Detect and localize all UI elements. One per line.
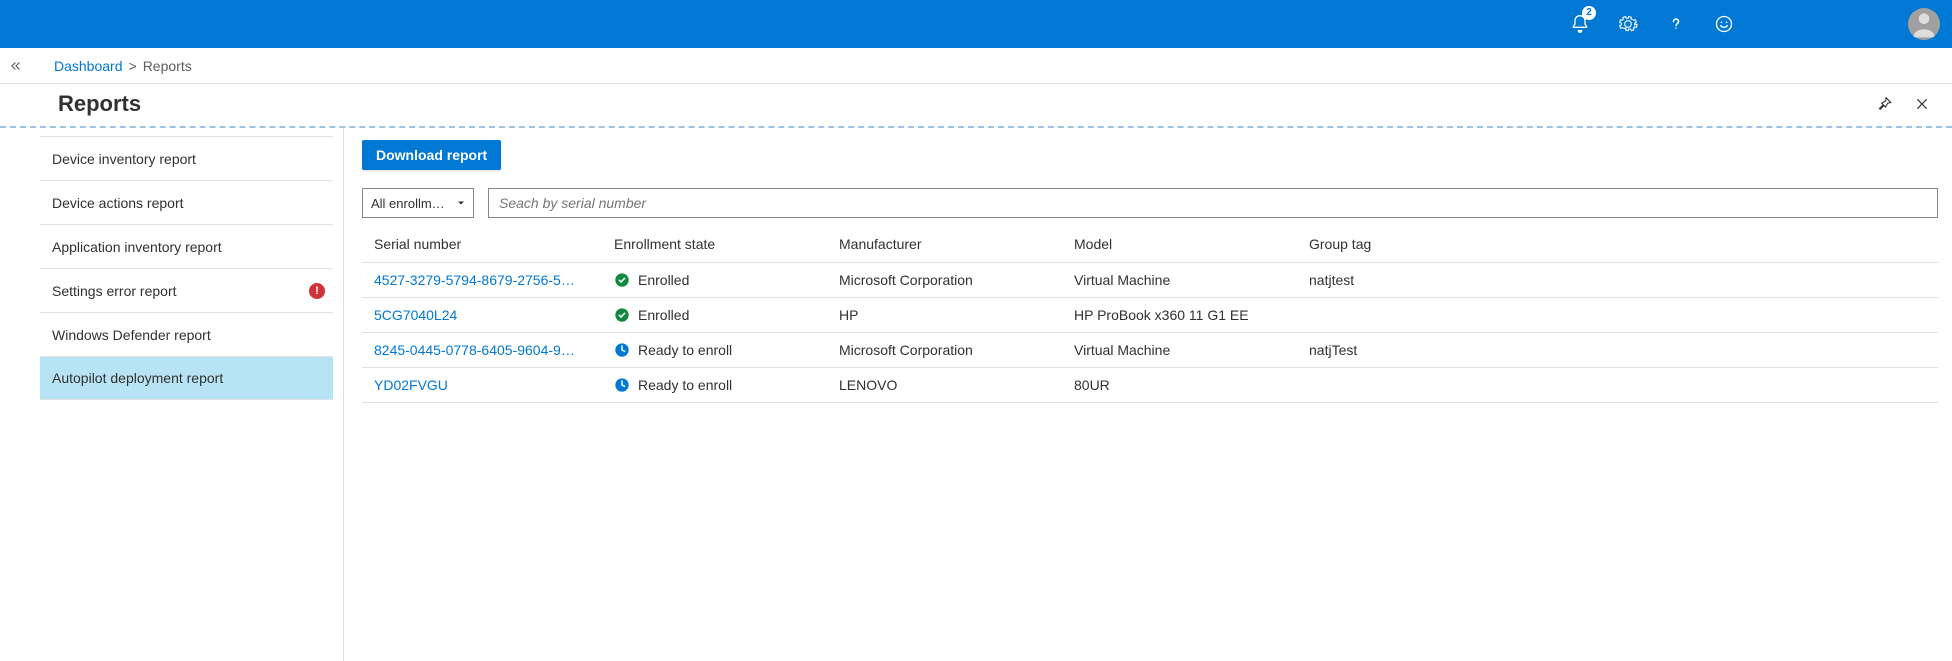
page-header: Reports — [0, 84, 1952, 128]
feedback-button[interactable] — [1700, 0, 1748, 48]
person-icon — [1908, 8, 1940, 40]
sidebar-item-autopilot-deployment-report[interactable]: Autopilot deployment report — [40, 356, 333, 400]
table-header-row: Serial number Enrollment state Manufactu… — [362, 226, 1938, 263]
serial-link[interactable]: YD02FVGU — [374, 377, 448, 393]
user-avatar[interactable] — [1908, 8, 1940, 40]
table-row[interactable]: 4527-3279-5794-8679-2756-5… Enrolled Micro… — [362, 263, 1938, 298]
sidebar-item-application-inventory-report[interactable]: Application inventory report — [40, 224, 333, 268]
state-label: Enrolled — [638, 307, 689, 323]
cell-group-tag: natjTest — [1297, 333, 1938, 368]
sidebar-item-label: Settings error report — [52, 283, 177, 299]
download-report-button[interactable]: Download report — [362, 140, 501, 170]
col-header-manufacturer[interactable]: Manufacturer — [827, 226, 1062, 263]
breadcrumb-separator: > — [129, 58, 137, 74]
cell-serial: 4527-3279-5794-8679-2756-5… — [362, 263, 602, 298]
serial-search-input[interactable] — [488, 188, 1938, 218]
cell-model: HP ProBook x360 11 G1 EE — [1062, 298, 1297, 333]
sidebar-item-label: Windows Defender report — [52, 327, 211, 343]
cell-manufacturer: Microsoft Corporation — [827, 263, 1062, 298]
col-header-model[interactable]: Model — [1062, 226, 1297, 263]
state-label: Ready to enroll — [638, 342, 732, 358]
pin-button[interactable] — [1870, 90, 1898, 118]
enrollment-filter-select[interactable]: All enrollm… — [362, 188, 474, 218]
cell-state: Ready to enroll — [602, 333, 827, 368]
sidebar-item-label: Autopilot deployment report — [52, 370, 223, 386]
breadcrumb-dashboard-link[interactable]: Dashboard — [54, 58, 123, 74]
chevron-double-left-icon — [9, 59, 23, 73]
close-icon — [1914, 96, 1930, 112]
cell-model: Virtual Machine — [1062, 333, 1297, 368]
check-circle-icon — [614, 272, 630, 288]
serial-link[interactable]: 8245-0445-0778-6405-9604-9… — [374, 342, 575, 358]
sidebar-item-windows-defender-report[interactable]: Windows Defender report — [40, 312, 333, 356]
serial-link[interactable]: 5CG7040L24 — [374, 307, 457, 323]
cell-state: Enrolled — [602, 263, 827, 298]
cell-manufacturer: HP — [827, 298, 1062, 333]
cell-group-tag: natjtest — [1297, 263, 1938, 298]
notification-badge: 2 — [1582, 6, 1596, 20]
table-row[interactable]: 5CG7040L24 Enrolled HPHP ProBook x360 11 G… — [362, 298, 1938, 333]
sidebar-item-label: Device actions report — [52, 195, 184, 211]
page-header-actions — [1870, 90, 1936, 118]
close-button[interactable] — [1908, 90, 1936, 118]
error-icon: ! — [309, 283, 325, 299]
pin-icon — [1875, 95, 1893, 113]
cell-state: Enrolled — [602, 298, 827, 333]
cell-manufacturer: Microsoft Corporation — [827, 333, 1062, 368]
page-title: Reports — [58, 91, 141, 117]
col-header-state[interactable]: Enrollment state — [602, 226, 827, 263]
cell-group-tag — [1297, 368, 1938, 403]
breadcrumb-current: Reports — [143, 58, 192, 74]
sidebar-item-settings-error-report[interactable]: Settings error report! — [40, 268, 333, 312]
cell-model: Virtual Machine — [1062, 263, 1297, 298]
col-header-serial[interactable]: Serial number — [362, 226, 602, 263]
reports-sidebar: Device inventory report Device actions re… — [0, 128, 344, 661]
smiley-icon — [1714, 14, 1734, 34]
collapse-nav-button[interactable] — [4, 54, 28, 78]
cell-serial: YD02FVGU — [362, 368, 602, 403]
sidebar-item-device-actions-report[interactable]: Device actions report — [40, 180, 333, 224]
gear-icon — [1618, 14, 1638, 34]
state-label: Ready to enroll — [638, 377, 732, 393]
main-content: Device inventory report Device actions re… — [0, 128, 1952, 661]
clock-circle-icon — [614, 377, 630, 393]
top-bar: 2 — [0, 0, 1952, 48]
col-header-group-tag[interactable]: Group tag — [1297, 226, 1938, 263]
table-row[interactable]: 8245-0445-0778-6405-9604-9… Ready to enro… — [362, 333, 1938, 368]
cell-serial: 5CG7040L24 — [362, 298, 602, 333]
chevron-down-icon — [455, 197, 467, 209]
cell-model: 80UR — [1062, 368, 1297, 403]
report-detail-pane: Download report All enrollm… Serial numb… — [344, 128, 1952, 661]
cell-group-tag — [1297, 298, 1938, 333]
state-label: Enrolled — [638, 272, 689, 288]
settings-button[interactable] — [1604, 0, 1652, 48]
cell-state: Ready to enroll — [602, 368, 827, 403]
sidebar-item-label: Application inventory report — [52, 239, 222, 255]
breadcrumb: Dashboard > Reports — [54, 58, 192, 74]
table-row[interactable]: YD02FVGU Ready to enroll LENOVO80UR — [362, 368, 1938, 403]
question-icon — [1666, 14, 1686, 34]
cell-serial: 8245-0445-0778-6405-9604-9… — [362, 333, 602, 368]
breadcrumb-bar: Dashboard > Reports — [0, 48, 1952, 84]
enrollment-filter-value: All enrollm… — [371, 196, 445, 211]
help-button[interactable] — [1652, 0, 1700, 48]
sidebar-item-label: Device inventory report — [52, 151, 196, 167]
serial-link[interactable]: 4527-3279-5794-8679-2756-5… — [374, 272, 575, 288]
check-circle-icon — [614, 307, 630, 323]
cell-manufacturer: LENOVO — [827, 368, 1062, 403]
clock-circle-icon — [614, 342, 630, 358]
sidebar-item-device-inventory-report[interactable]: Device inventory report — [40, 136, 333, 180]
devices-table: Serial number Enrollment state Manufactu… — [362, 226, 1938, 403]
notifications-button[interactable]: 2 — [1556, 0, 1604, 48]
filter-row: All enrollm… — [362, 188, 1938, 218]
